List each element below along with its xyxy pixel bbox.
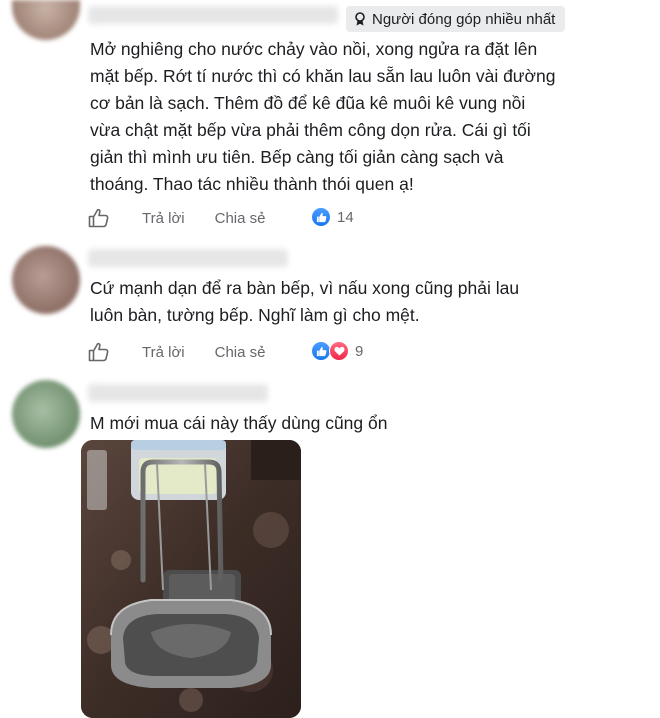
comment-line: mặt bếp. Rớt tí nước thì có khăn lau sẵn… <box>90 66 556 86</box>
share-button[interactable]: Chia sẻ <box>215 344 266 361</box>
thumbs-up-outline-icon <box>88 208 109 228</box>
comment-line: luôn bàn, tường bếp. Nghĩ làm gì cho mệt… <box>90 305 420 325</box>
reaction-count: 9 <box>355 342 364 360</box>
comment-text-3: M mới mua cái này thấy dùng cũng ổn <box>90 410 650 437</box>
commenter-name-blurred-3 <box>88 384 268 402</box>
comment-line: M mới mua cái này thấy dùng cũng ổn <box>90 413 388 433</box>
share-button[interactable]: Chia sẻ <box>215 210 266 227</box>
commenter-name-blurred-2 <box>88 249 288 267</box>
like-reaction-icon <box>311 341 331 361</box>
comment-line: vừa chật mặt bếp vừa phải thêm công dọn … <box>90 120 531 140</box>
top-contributor-badge: Người đóng góp nhiều nhất <box>346 6 566 32</box>
comment-photo[interactable] <box>81 440 301 718</box>
reply-button[interactable]: Trả lời <box>142 344 185 361</box>
reaction-count: 14 <box>337 208 354 226</box>
comment-line: Cứ mạnh dạn để ra bàn bếp, vì nấu xong c… <box>90 278 520 298</box>
badge-label: Người đóng góp nhiều nhất <box>372 10 556 28</box>
commenter-name-blurred-1 <box>88 6 338 24</box>
comment-line: thoáng. Thao tác nhiều thành thói quen ạ… <box>90 174 414 194</box>
reply-button[interactable]: Trả lời <box>142 210 185 227</box>
award-icon <box>355 12 365 26</box>
thumbs-up-outline-icon <box>88 342 109 362</box>
love-reaction-icon <box>329 341 349 361</box>
comment-actions-1: Trả lời Chia sẻ <box>88 207 265 229</box>
like-button[interactable] <box>88 207 112 229</box>
comment-text-2: Cứ mạnh dạn để ra bàn bếp, vì nấu xong c… <box>90 275 650 329</box>
product-photo-illustration <box>81 440 301 718</box>
like-button[interactable] <box>88 341 112 363</box>
like-reaction-icon <box>311 207 331 227</box>
reaction-summary-2[interactable]: 9 <box>311 341 363 361</box>
comment-text-1: Mở nghiêng cho nước chảy vào nồi, xong n… <box>90 36 650 198</box>
reaction-summary-1[interactable]: 14 <box>311 207 354 227</box>
comment-line: cơ bản là sạch. Thêm đồ để kê đũa kê muô… <box>90 93 526 113</box>
comment-line: giản thì mình ưu tiên. Bếp càng tối giản… <box>90 147 504 167</box>
commenter-avatar-1[interactable] <box>12 0 80 40</box>
comment-line: Mở nghiêng cho nước chảy vào nồi, xong n… <box>90 39 538 59</box>
commenter-avatar-3[interactable] <box>12 380 80 448</box>
commenter-avatar-2[interactable] <box>12 246 80 314</box>
comment-actions-2: Trả lời Chia sẻ <box>88 341 265 363</box>
